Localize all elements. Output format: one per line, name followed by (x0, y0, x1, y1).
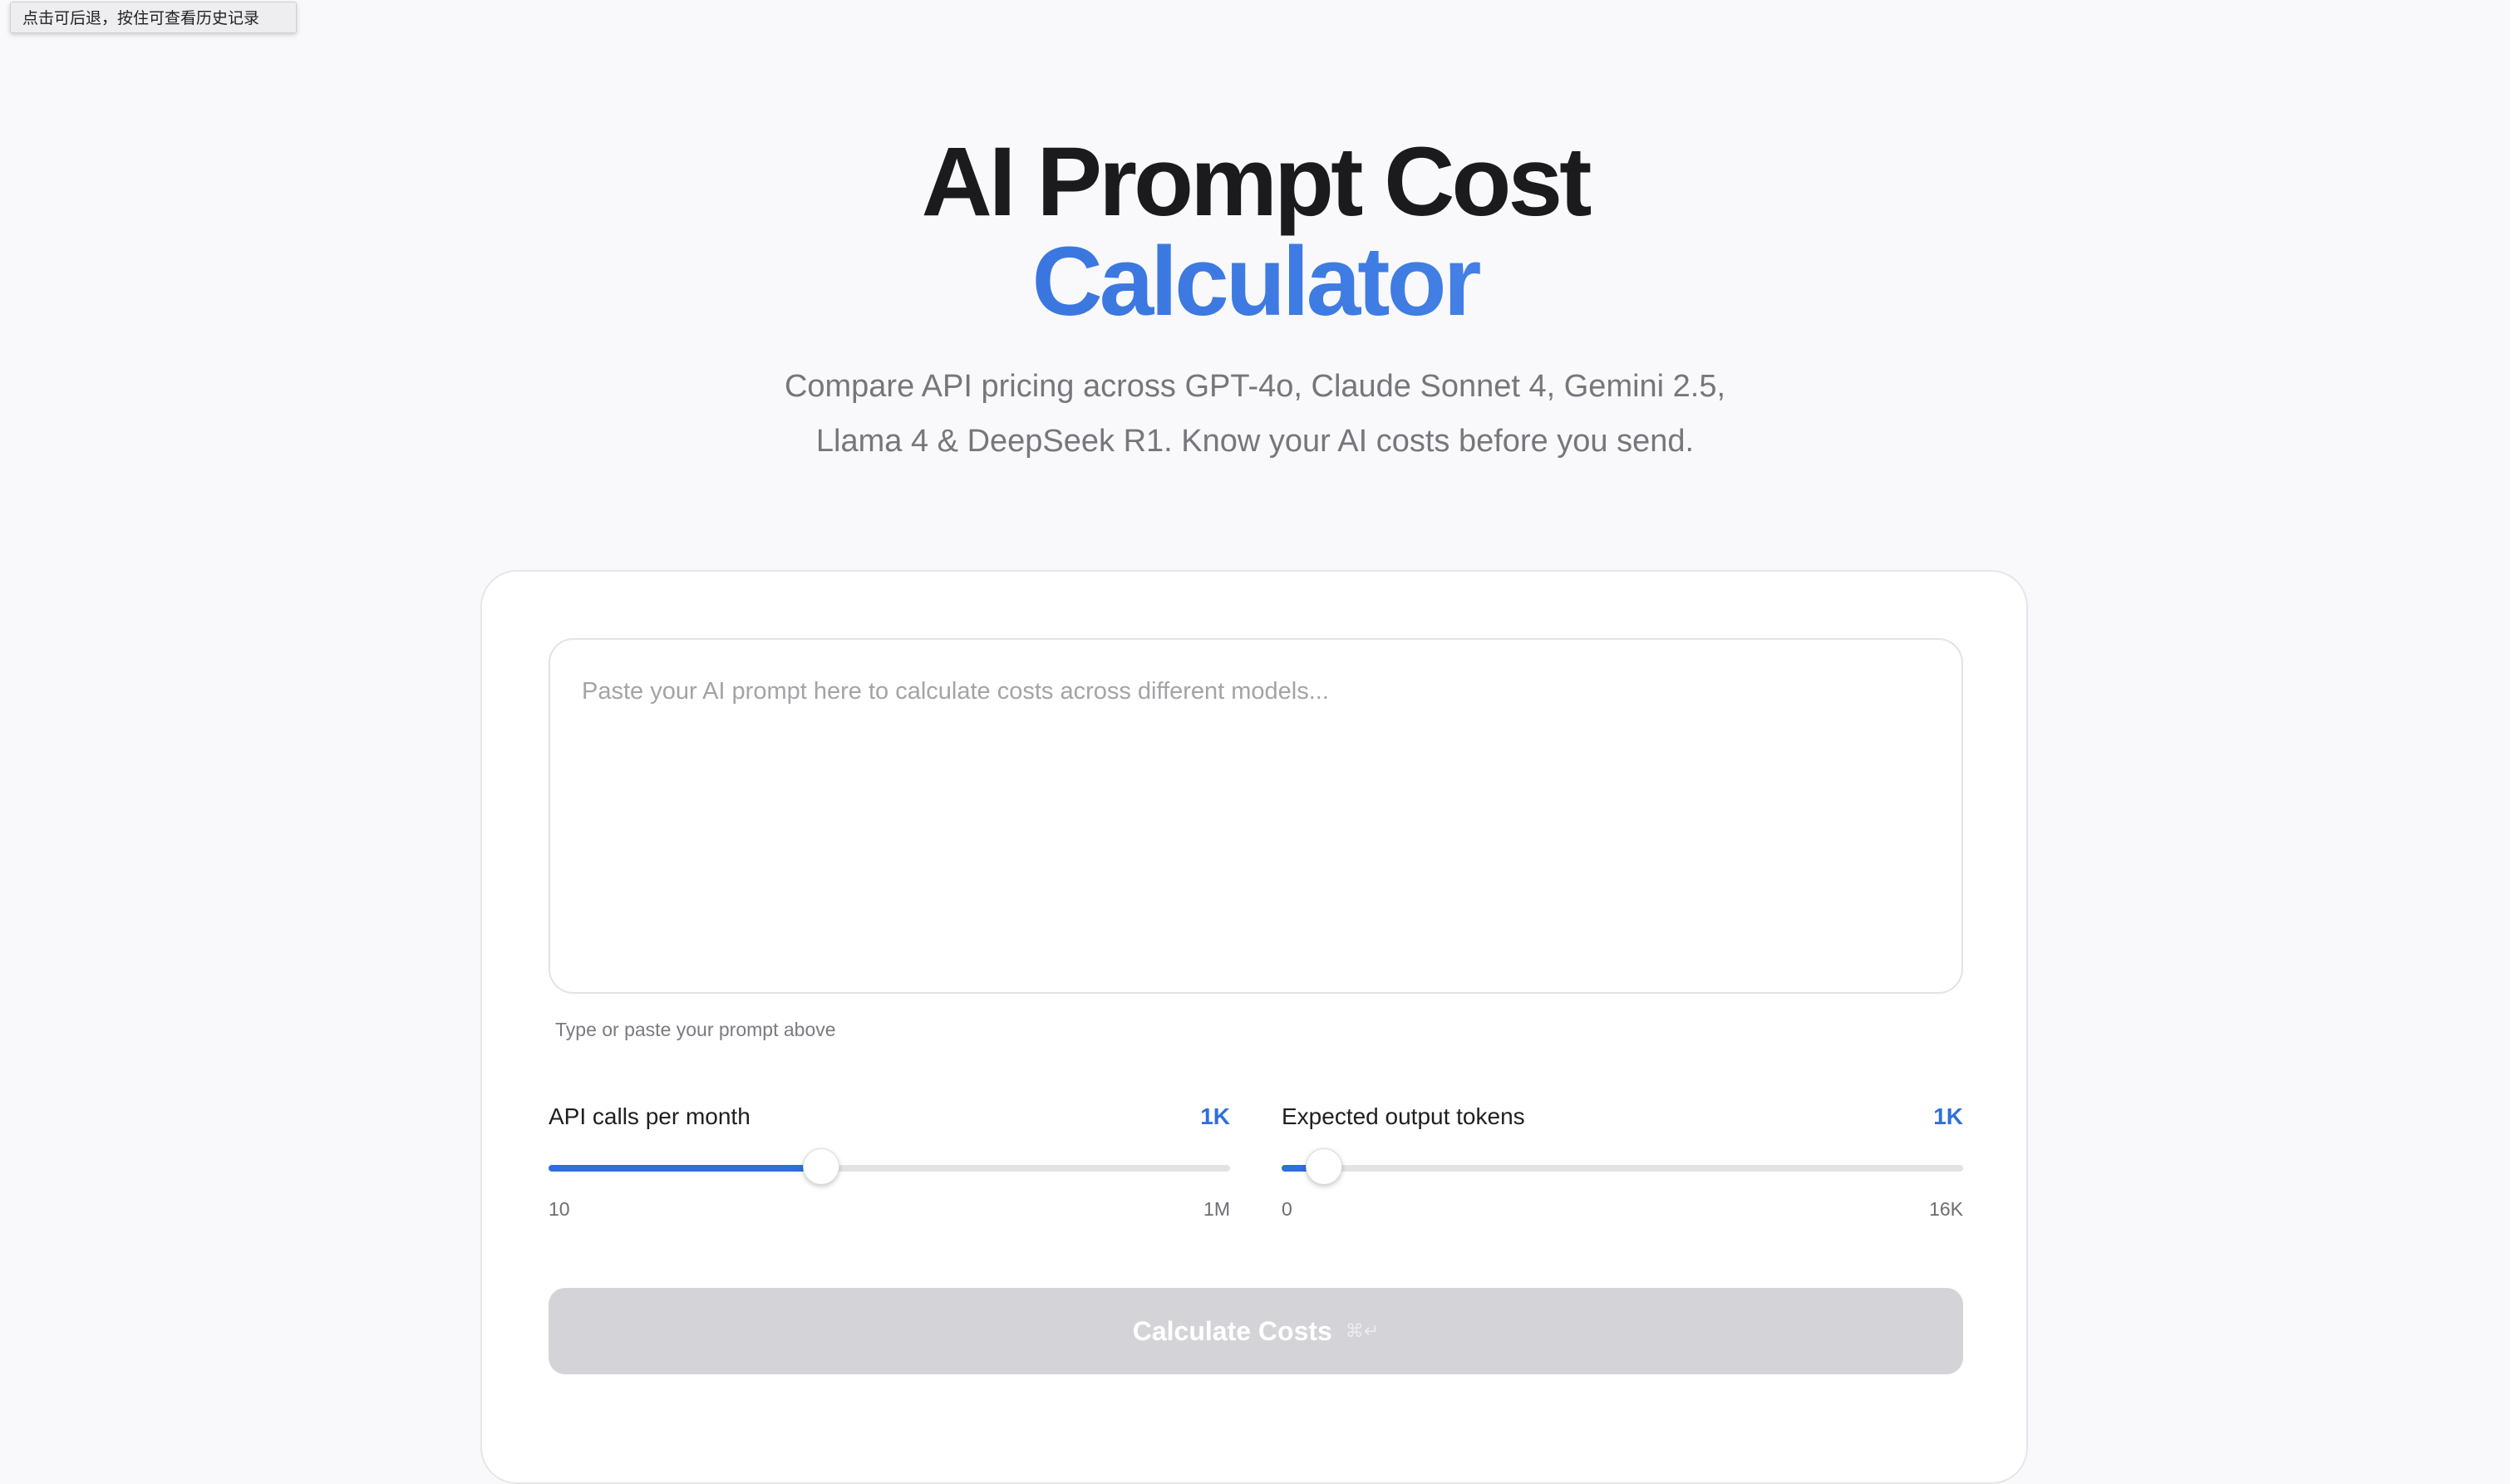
output-tokens-label: Expected output tokens (1282, 1103, 1525, 1129)
api-calls-label: API calls per month (549, 1103, 751, 1129)
back-button-tooltip: 点击可后退，按住可查看历史记录 (10, 2, 297, 33)
prompt-hint: Type or paste your prompt above (555, 1019, 836, 1040)
calculate-costs-button[interactable]: Calculate Costs ⌘↵ (549, 1288, 1963, 1374)
output-tokens-slider-group: Expected output tokens 1K 0 16K (1282, 1103, 1963, 1236)
api-calls-slider-fill (549, 1165, 821, 1172)
page-title-accent: Calculator (0, 233, 2510, 331)
output-tokens-max-label: 16K (1929, 1198, 1963, 1220)
output-tokens-slider[interactable] (1282, 1148, 1963, 1185)
api-calls-max-label: 1M (1203, 1198, 1230, 1220)
calculator-card: Type or paste your prompt above API call… (480, 570, 2028, 1484)
api-calls-value: 1K (1200, 1103, 1230, 1129)
api-calls-slider-group: API calls per month 1K 10 1M (549, 1103, 1230, 1236)
api-calls-slider-thumb[interactable] (803, 1148, 839, 1185)
output-tokens-value: 1K (1933, 1103, 1963, 1129)
prompt-textarea[interactable] (549, 638, 1963, 994)
output-tokens-min-label: 0 (1282, 1198, 1292, 1220)
keyboard-shortcut-hint: ⌘↵ (1345, 1320, 1380, 1342)
api-calls-min-label: 10 (549, 1198, 570, 1220)
output-tokens-slider-thumb[interactable] (1306, 1148, 1343, 1185)
api-calls-slider[interactable] (549, 1148, 1230, 1185)
calculate-costs-label: Calculate Costs (1132, 1315, 1332, 1346)
page-subtitle: Compare API pricing across GPT-4o, Claud… (784, 369, 1726, 459)
page-title: AI Prompt Cost (921, 127, 1592, 237)
